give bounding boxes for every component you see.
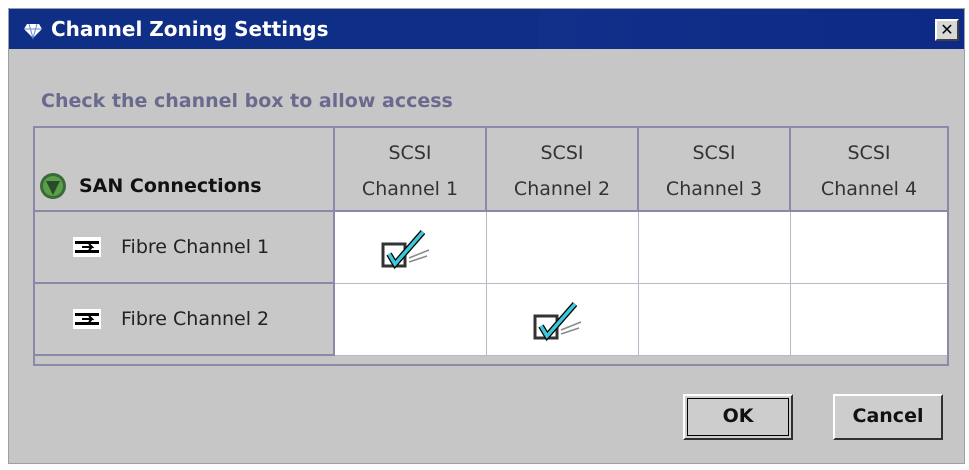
zone-cell-r2-c3[interactable] bbox=[639, 284, 791, 356]
row-header-fibre-1: Fibre Channel 1 bbox=[35, 212, 335, 284]
column-header-scsi-1: SCSI Channel 1 bbox=[335, 128, 487, 212]
zone-cell-r2-c1[interactable] bbox=[335, 284, 487, 356]
checkmark-box-icon bbox=[381, 230, 430, 270]
san-connections-label: SAN Connections bbox=[79, 175, 262, 197]
zone-cell-r1-c2[interactable] bbox=[487, 212, 639, 284]
zone-cell-r2-c4[interactable] bbox=[791, 284, 947, 356]
channel-zoning-dialog: Channel Zoning Settings ✕ Check the chan… bbox=[8, 8, 965, 464]
zone-cell-r1-c1[interactable] bbox=[335, 212, 487, 284]
column-header-scsi-4: SCSI Channel 4 bbox=[791, 128, 947, 212]
grid-corner-header: SAN Connections bbox=[35, 128, 335, 212]
zone-cell-r2-c2[interactable] bbox=[487, 284, 639, 356]
cancel-button[interactable]: Cancel bbox=[833, 394, 943, 440]
checkmark-box-icon bbox=[533, 302, 582, 342]
ok-button[interactable]: OK bbox=[683, 394, 793, 440]
row-label: Fibre Channel 2 bbox=[121, 308, 270, 330]
zone-cell-r1-c4[interactable] bbox=[791, 212, 947, 284]
fibre-link-icon bbox=[73, 237, 101, 257]
column-header-scsi-3: SCSI Channel 3 bbox=[639, 128, 791, 212]
gem-icon bbox=[24, 23, 42, 40]
zone-cell-r1-c3[interactable] bbox=[639, 212, 791, 284]
column-header-scsi-2: SCSI Channel 2 bbox=[487, 128, 639, 212]
fibre-link-icon bbox=[73, 309, 101, 329]
title-bar: Channel Zoning Settings ✕ bbox=[9, 9, 964, 49]
row-header-fibre-2: Fibre Channel 2 bbox=[35, 284, 335, 356]
row-label: Fibre Channel 1 bbox=[121, 236, 270, 258]
zoning-grid: SAN Connections SCSI Channel 1 SCSI Chan… bbox=[33, 126, 949, 366]
window-title: Channel Zoning Settings bbox=[51, 17, 329, 41]
green-shield-icon bbox=[40, 173, 66, 199]
instruction-text: Check the channel box to allow access bbox=[41, 90, 453, 112]
close-button[interactable]: ✕ bbox=[935, 19, 959, 41]
